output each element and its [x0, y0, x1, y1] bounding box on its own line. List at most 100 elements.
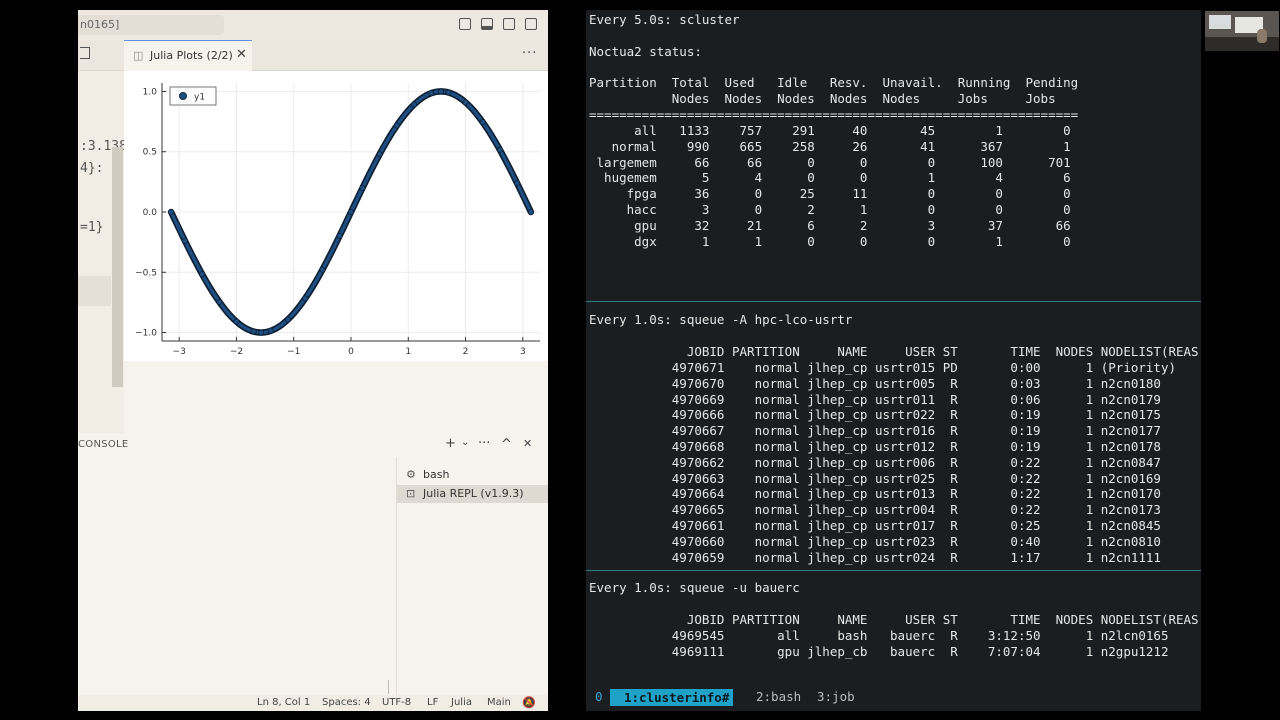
status-indentation[interactable]: Spaces: 4	[322, 697, 371, 708]
x-tick-label: 2	[463, 347, 469, 357]
close-icon[interactable]: ✕	[236, 47, 247, 62]
partition-table-separator: ========================================…	[589, 107, 1079, 122]
more-actions-icon[interactable]: ···	[478, 436, 490, 451]
split-editor-icon[interactable]	[80, 47, 90, 59]
y-tick-label: −0.5	[135, 268, 157, 278]
toggle-panel-icon[interactable]	[481, 18, 493, 30]
tmux-window-job[interactable]: 3:job	[817, 689, 855, 704]
data-point	[302, 295, 309, 302]
partition-row: fpga 36 0 25 11 0 0 0	[589, 186, 1071, 202]
more-actions-icon[interactable]: ···	[522, 46, 537, 61]
watch-header-squeue-account: Every 1.0s: squeue -A hpc-lco-usrtr	[589, 312, 853, 327]
watch-header-squeue-user: Every 1.0s: squeue -u bauerc	[589, 580, 800, 595]
x-tick-label: −2	[230, 347, 243, 357]
partition-table-header: Partition Total Used Idle Resv. Unavail.…	[589, 75, 1079, 90]
terminal-item-julia-repl[interactable]: ⊡ Julia REPL (v1.9.3)	[397, 485, 548, 503]
job-row: 4970662 normal jlhep_cp usrtr006 R 0:22 …	[589, 454, 1161, 470]
status-bar: Ln 8, Col 1 Spaces: 4 UTF-8 LF Julia Mai…	[78, 695, 548, 711]
data-point	[514, 180, 521, 187]
new-terminal-icon[interactable]: +	[445, 436, 456, 451]
terminal-label: Julia REPL (v1.9.3)	[423, 487, 524, 500]
data-point	[258, 329, 265, 336]
maximize-panel-icon[interactable]: ^	[501, 437, 512, 452]
data-point	[410, 101, 417, 108]
partition-row: hacc 3 0 2 1 0 0 0	[589, 202, 1071, 217]
tmux-status-bar: 0 1:clusterinfo# 2:bash 3:job	[586, 689, 1201, 707]
data-point	[336, 232, 343, 239]
partition-row: dgx 1 1 0 0 0 1 0	[589, 233, 1071, 249]
tmux-session-name: 0	[595, 689, 603, 704]
data-point	[462, 99, 469, 106]
job-row: 4969545 all bash bauerc R 3:12:50 1 n2lc…	[589, 628, 1169, 643]
partition-row: gpu 32 21 6 2 3 37 66	[589, 217, 1071, 233]
chevron-down-icon[interactable]: ⌄	[461, 437, 469, 448]
x-tick-label: 1	[405, 347, 411, 357]
current-line-highlight	[78, 276, 111, 306]
panel-title: CONSOLE	[78, 439, 129, 450]
data-point	[437, 88, 444, 95]
job-row: 4970666 normal jlhep_cp usrtr022 R 0:19 …	[589, 407, 1161, 423]
terminal-item-bash[interactable]: ⚙ bash	[397, 466, 548, 484]
data-point	[168, 208, 175, 215]
job-row: 4970668 normal jlhep_cp usrtr012 R 0:19 …	[589, 439, 1161, 454]
editor-scrollbar[interactable]	[112, 147, 123, 387]
tmux-window-bash[interactable]: 2:bash	[756, 689, 801, 704]
legend-box	[169, 86, 217, 106]
bash-terminal-icon: ⚙	[406, 468, 416, 481]
preview-icon: ◫	[133, 49, 144, 62]
data-point	[527, 208, 534, 215]
data-point	[284, 316, 291, 323]
tmux-window-active[interactable]: 1:clusterinfo#	[610, 689, 734, 706]
panel-scrollbar[interactable]	[388, 680, 389, 694]
job-row: 4970661 normal jlhep_cp usrtr017 R 0:25 …	[589, 518, 1161, 533]
webcam-thumbnail	[1205, 11, 1279, 51]
data-point	[199, 271, 206, 278]
notifications-icon[interactable]: 🔕	[522, 696, 536, 709]
status-cursor-position[interactable]: Ln 8, Col 1	[257, 697, 310, 708]
status-julia-env[interactable]: Main	[487, 697, 511, 708]
data-point	[445, 89, 452, 96]
close-icon[interactable]: ✕	[523, 437, 532, 450]
data-point	[376, 151, 383, 158]
data-point	[496, 146, 503, 153]
code-fragment: =1}	[80, 220, 104, 235]
terminal-label: bash	[423, 468, 450, 481]
toggle-sidebar-icon[interactable]	[459, 18, 471, 30]
terminal-list: ⚙ bash ⊡ Julia REPL (v1.9.3)	[396, 457, 548, 695]
partition-row: normal 990 665 258 26 41 367 1	[589, 138, 1071, 154]
x-tick-label: −3	[173, 347, 186, 357]
data-point	[319, 266, 326, 273]
status-eol[interactable]: LF	[427, 697, 438, 708]
status-language[interactable]: Julia	[451, 697, 472, 708]
y-tick-label: 0.5	[143, 148, 157, 158]
data-point	[250, 328, 257, 335]
squeue-table-header: JOBID PARTITION NAME USER ST TIME NODES …	[589, 344, 1199, 359]
data-point	[216, 298, 223, 305]
job-row: 4970665 normal jlhep_cp usrtr004 R 0:22 …	[589, 502, 1161, 518]
job-row: 4970664 normal jlhep_cp usrtr013 R 0:22 …	[589, 486, 1161, 502]
terminal-icon: ⊡	[406, 487, 416, 500]
toggle-secondary-sidebar-icon[interactable]	[503, 18, 515, 30]
title-bar: n0165]	[78, 10, 548, 40]
terminal-window[interactable]: Every 5.0s: scluster Noctua2 status: Par…	[586, 10, 1201, 711]
julia-plot-pane: −3 −2 −1 0 1 2 3 1.0 0.5 0.0 −0.5 −1.0 y1	[124, 71, 548, 433]
status-encoding[interactable]: UTF-8	[382, 697, 411, 708]
y-tick-label: −1.0	[135, 329, 157, 339]
watch-header-scluster: Every 5.0s: scluster	[589, 12, 740, 27]
code-fragment: 4}:	[80, 161, 104, 176]
customize-layout-icon[interactable]	[525, 18, 537, 30]
job-row: 4970659 normal jlhep_cp usrtr024 R 1:17 …	[589, 549, 1161, 565]
command-center-search[interactable]: n0165]	[78, 15, 224, 35]
job-row: 4970669 normal jlhep_cp usrtr011 R 0:06 …	[589, 391, 1161, 407]
partition-row: hugemem 5 4 0 0 1 4 6	[589, 170, 1071, 186]
legend-marker	[179, 91, 188, 100]
code-editor[interactable]: :3.138 4}: =1}	[78, 71, 127, 433]
bottom-panel: CONSOLE + ⌄ ··· ^ ✕ ⚙ bash ⊡ Julia REPL …	[78, 433, 548, 695]
x-tick-label: −1	[287, 347, 300, 357]
tab-julia-plots[interactable]: ◫ Julia Plots (2/2) ✕	[124, 40, 252, 71]
partition-table-header: Nodes Nodes Nodes Nodes Nodes Jobs Jobs	[589, 91, 1056, 106]
data-point	[233, 318, 240, 325]
job-row: 4970663 normal jlhep_cp usrtr025 R 0:22 …	[589, 470, 1161, 486]
tab-label: Julia Plots (2/2)	[150, 49, 233, 62]
data-point	[479, 119, 486, 126]
